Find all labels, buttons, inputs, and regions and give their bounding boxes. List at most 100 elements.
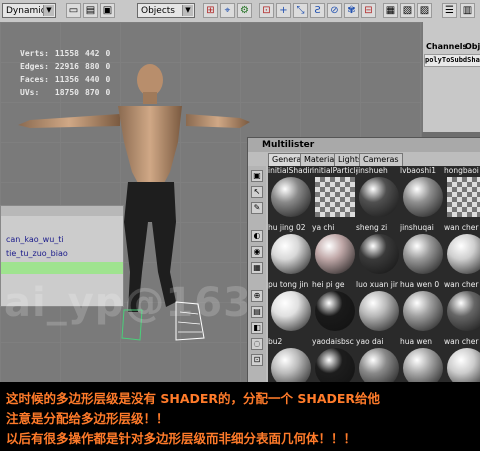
show-hide-attribute-icon[interactable]: ☰ [442, 3, 457, 18]
input-output-icon[interactable]: ⊟ [361, 3, 376, 18]
graph-icon[interactable]: ⊡ [251, 354, 263, 366]
stats-value: 18750 [54, 88, 79, 97]
texture-icon[interactable]: ▦ [251, 262, 263, 274]
material-preview-ball [403, 291, 443, 331]
list-item-selected[interactable] [1, 262, 123, 274]
stats-value: 0 [105, 49, 111, 58]
tab-cameras[interactable]: Cameras [359, 153, 403, 166]
caption-line-2: 注意是分配给多边形层级！！ [6, 411, 169, 426]
brush-icon[interactable]: ✎ [251, 202, 263, 214]
file-icon[interactable]: ▤ [251, 306, 263, 318]
select-hierarchy-icon[interactable]: ⊞ [203, 3, 218, 18]
swatch-label: jinshueh [356, 166, 388, 175]
material-swatch[interactable]: jinshuqai [400, 223, 445, 283]
material-swatch[interactable]: yao dai [356, 337, 401, 384]
caption-line-3: 以后有很多操作都是针对多边形层级而非细分表面几何体！！！ [6, 431, 357, 446]
swatch-icon[interactable]: ◉ [251, 246, 263, 258]
material-preview-ball [271, 177, 311, 217]
material-swatch[interactable]: hongbaoi [444, 166, 480, 226]
stats-value: 11558 [54, 49, 79, 58]
material-preview-ball [359, 234, 399, 274]
material-preview-ball [359, 291, 399, 331]
material-preview-ball [315, 177, 355, 217]
swatch-label: wan cher [444, 223, 479, 232]
list-item[interactable]: tie_tu_zuo_biao [1, 248, 123, 260]
snap-curve-icon[interactable]: + [276, 3, 291, 18]
material-swatch[interactable]: hei pi ge [312, 280, 357, 340]
lock-icon[interactable]: ⊕ [251, 290, 263, 302]
stats-value: 11356 [54, 75, 79, 84]
display-icon[interactable]: ▣ [251, 170, 263, 182]
refresh-icon[interactable]: ◌ [251, 338, 263, 350]
material-preview-ball [359, 177, 399, 217]
stats-label: Edges: [20, 62, 49, 71]
show-hide-channel-icon[interactable]: ▥ [460, 3, 475, 18]
new-scene-icon[interactable]: ▭ [66, 3, 81, 18]
swatch-label: wan cher [444, 337, 479, 346]
select-arrow-icon[interactable]: ↖ [251, 186, 263, 198]
swatch-label: pu tong jin [268, 280, 309, 289]
tab-object[interactable]: Objec [465, 42, 480, 51]
snap-grid-icon[interactable]: ⊡ [259, 3, 274, 18]
caption-line-1: 这时候的多边形层级是没有 SHADER的，分配一个 SHADER给他 [6, 391, 381, 406]
options-icon[interactable]: ◧ [251, 322, 263, 334]
stats-value: 0 [105, 88, 111, 97]
material-preview-ball [447, 291, 480, 331]
material-preview-ball [447, 348, 480, 384]
snap-point-icon[interactable]: ⤡ [293, 3, 308, 18]
select-object-icon[interactable]: ⌖ [220, 3, 235, 18]
render-icon[interactable]: ▦ [383, 3, 398, 18]
chevron-down-icon: ▼ [182, 5, 193, 16]
swatch-label: hu jing 02 [268, 223, 306, 232]
material-swatch[interactable]: hua wen 0 [400, 280, 445, 340]
material-swatch[interactable]: sheng zi [356, 223, 401, 283]
material-swatch[interactable]: wan cher [444, 280, 480, 340]
render-globals-icon[interactable]: ▨ [417, 3, 432, 18]
material-swatch[interactable]: hua wen [400, 337, 445, 384]
material-swatch[interactable]: initialParticle [312, 166, 357, 226]
swatch-label: initialShadin [268, 166, 313, 175]
ipr-render-icon[interactable]: ▧ [400, 3, 415, 18]
material-swatch[interactable]: yaodaisbsc [312, 337, 357, 384]
material-swatch[interactable]: wan cher [444, 223, 480, 283]
select-component-icon[interactable]: ⚙ [237, 3, 252, 18]
swatch-label: hei pi ge [312, 280, 345, 289]
material-swatch[interactable]: lvbaoshi1 [400, 166, 445, 226]
swatch-label: hua wen 0 [400, 280, 440, 289]
swatch-label: initialParticle [312, 166, 357, 175]
snap-live-icon[interactable]: ⊘ [327, 3, 342, 18]
material-swatch[interactable]: bu2 [268, 337, 313, 384]
material-swatch[interactable]: pu tong jin [268, 280, 313, 340]
selection-mask-label: Objects [141, 6, 176, 16]
menu-set-dropdown[interactable]: Dynamics ▼ [2, 3, 56, 18]
stats-value: 22916 [54, 62, 79, 71]
material-preview-ball [271, 348, 311, 384]
stats-row: Faces: 11356 440 0 [20, 74, 114, 85]
material-swatch[interactable]: jinshueh [356, 166, 401, 226]
material-swatch[interactable]: luo xuan jir [356, 280, 401, 340]
swatch-label: hua wen [400, 337, 432, 346]
swatch-label: hongbaoi [444, 166, 479, 175]
selected-node-name[interactable]: polyToSubdSha [424, 54, 480, 67]
stats-row: UVs: 18750 870 0 [20, 87, 114, 98]
chevron-down-icon: ▼ [43, 5, 54, 16]
construction-history-icon[interactable]: ✾ [344, 3, 359, 18]
material-swatch[interactable]: wan cher [444, 337, 480, 384]
stats-value: 0 [105, 75, 111, 84]
shading-icon[interactable]: ◐ [251, 230, 263, 242]
stats-label: Verts: [20, 49, 49, 58]
snap-view-plane-icon[interactable]: Ƨ [310, 3, 325, 18]
tab-channels[interactable]: Channels [426, 42, 467, 51]
material-preview-ball [403, 177, 443, 217]
swatch-label: jinshuqai [400, 223, 434, 232]
selection-mask-dropdown[interactable]: Objects ▼ [137, 3, 195, 18]
material-preview-ball [315, 348, 355, 384]
save-scene-icon[interactable]: ▣ [100, 3, 115, 18]
material-swatch[interactable]: ya chi [312, 223, 357, 283]
material-swatch[interactable]: hu jing 02 [268, 223, 313, 283]
material-swatch[interactable]: initialShadin [268, 166, 313, 226]
status-line-toolbar: Dynamics ▼ ▭ ▤ ▣ Objects ▼ ⊞ ⌖ ⚙ ⊡ + ⤡ Ƨ… [0, 0, 480, 23]
tutorial-caption: 这时候的多边形层级是没有 SHADER的，分配一个 SHADER给他 注意是分配… [0, 382, 480, 451]
list-item[interactable]: can_kao_wu_ti [1, 234, 123, 246]
open-scene-icon[interactable]: ▤ [83, 3, 98, 18]
